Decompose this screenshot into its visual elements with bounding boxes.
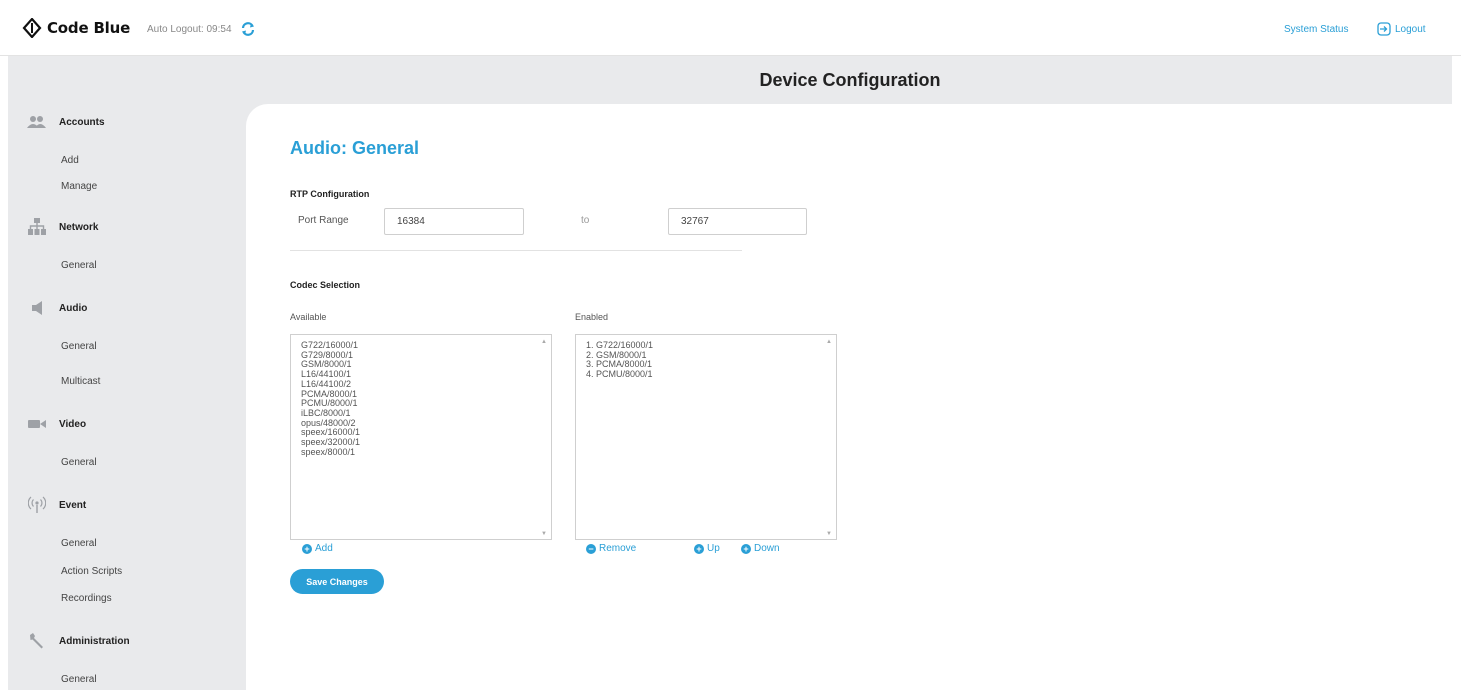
move-down-button[interactable]: + Down — [741, 543, 780, 554]
enabled-codec-option[interactable]: 4. PCMU/8000/1 — [586, 369, 653, 380]
available-codecs-list[interactable]: G722/16000/1 G729/8000/1 GSM/8000/1 L16/441… — [290, 334, 552, 540]
port-range-start-input[interactable] — [384, 208, 524, 235]
port-range-to-label: to — [581, 215, 590, 226]
available-codec-option[interactable]: speex/8000/1 — [301, 447, 360, 458]
sidebar-item-event-recordings[interactable]: Recordings — [61, 593, 112, 604]
rtp-configuration-title: RTP Configuration — [290, 189, 370, 199]
port-range-end-input[interactable] — [668, 208, 807, 235]
enabled-codecs-items: 1. G722/16000/1 2. GSM/8000/1 3. PCMA/8000… — [586, 340, 653, 380]
section-heading: Audio: General — [290, 138, 420, 158]
sidebar-section-audio[interactable]: Audio — [26, 299, 87, 317]
sidebar-section-label: Accounts — [59, 116, 105, 128]
port-range-label: Port Range — [298, 215, 349, 226]
scroll-up-icon[interactable]: ▲ — [541, 339, 547, 345]
logo-text: Code Blue — [47, 19, 131, 37]
sidebar-item-network-general[interactable]: General — [61, 260, 97, 271]
broadcast-icon — [26, 496, 48, 514]
system-status-link[interactable]: System Status — [1284, 24, 1348, 35]
logout-button[interactable]: Logout — [1377, 22, 1426, 36]
logo: Code Blue — [22, 18, 130, 38]
scroll-down-icon[interactable]: ▼ — [826, 531, 832, 537]
up-label: Up — [707, 543, 720, 554]
logout-icon — [1377, 22, 1391, 36]
sidebar-item-event-action-scripts[interactable]: Action Scripts — [61, 566, 122, 577]
codec-selection-title: Codec Selection — [290, 280, 361, 290]
sidebar-item-audio-general[interactable]: General — [61, 341, 97, 352]
minus-circle-icon: − — [586, 543, 596, 554]
save-changes-button[interactable]: Save Changes — [290, 569, 384, 594]
down-label: Down — [754, 543, 780, 554]
video-camera-icon — [26, 415, 48, 433]
add-label: Add — [315, 543, 333, 554]
sidebar-item-accounts-add[interactable]: Add — [61, 155, 79, 166]
code-blue-logo-icon — [22, 18, 42, 38]
sidebar-section-administration[interactable]: Administration — [26, 632, 130, 650]
plus-circle-icon: + — [302, 543, 312, 554]
move-up-button[interactable]: + Up — [694, 543, 720, 554]
remove-codec-button[interactable]: − Remove — [586, 543, 636, 554]
enabled-label: Enabled — [575, 312, 609, 322]
divider — [290, 250, 742, 251]
sidebar-section-event[interactable]: Event — [26, 496, 86, 514]
scroll-up-icon[interactable]: ▲ — [826, 339, 832, 345]
wrench-icon — [26, 632, 48, 650]
remove-label: Remove — [599, 543, 637, 554]
logout-label: Logout — [1395, 23, 1426, 35]
sidebar-section-video[interactable]: Video — [26, 415, 86, 433]
sidebar-item-accounts-manage[interactable]: Manage — [61, 181, 97, 192]
speaker-icon — [26, 299, 48, 317]
sidebar-section-label: Administration — [59, 635, 130, 647]
available-codecs-items: G722/16000/1 G729/8000/1 GSM/8000/1 L16/441… — [301, 340, 360, 458]
page-title: Device Configuration — [759, 70, 941, 90]
up-circle-icon: + — [694, 543, 704, 554]
scroll-down-icon[interactable]: ▼ — [541, 531, 547, 537]
sidebar-section-label: Event — [59, 499, 87, 511]
network-icon — [26, 218, 48, 236]
sidebar-section-label: Network — [59, 221, 99, 233]
sidebar-item-audio-multicast[interactable]: Multicast — [61, 376, 100, 387]
down-circle-icon: + — [741, 543, 751, 554]
enabled-codecs-list[interactable]: 1. G722/16000/1 2. GSM/8000/1 3. PCMA/8000… — [575, 334, 837, 540]
available-label: Available — [290, 312, 327, 322]
add-codec-button[interactable]: + Add — [302, 543, 333, 554]
sidebar: Accounts Add Manage Network General Audi… — [8, 104, 243, 690]
sidebar-section-label: Video — [59, 418, 87, 430]
sidebar-section-label: Audio — [59, 302, 88, 314]
sidebar-section-accounts[interactable]: Accounts — [26, 113, 105, 131]
sidebar-item-event-general[interactable]: General — [61, 538, 97, 549]
auto-logout-timer: Auto Logout: 09:54 — [147, 24, 232, 35]
sidebar-item-video-general[interactable]: General — [61, 457, 97, 468]
users-icon — [26, 113, 48, 131]
top-bar: Code Blue Auto Logout: 09:54 System Stat… — [0, 0, 1461, 56]
refresh-icon[interactable] — [240, 21, 256, 37]
sidebar-item-administration-general[interactable]: General — [61, 674, 97, 685]
sidebar-section-network[interactable]: Network — [26, 218, 98, 236]
